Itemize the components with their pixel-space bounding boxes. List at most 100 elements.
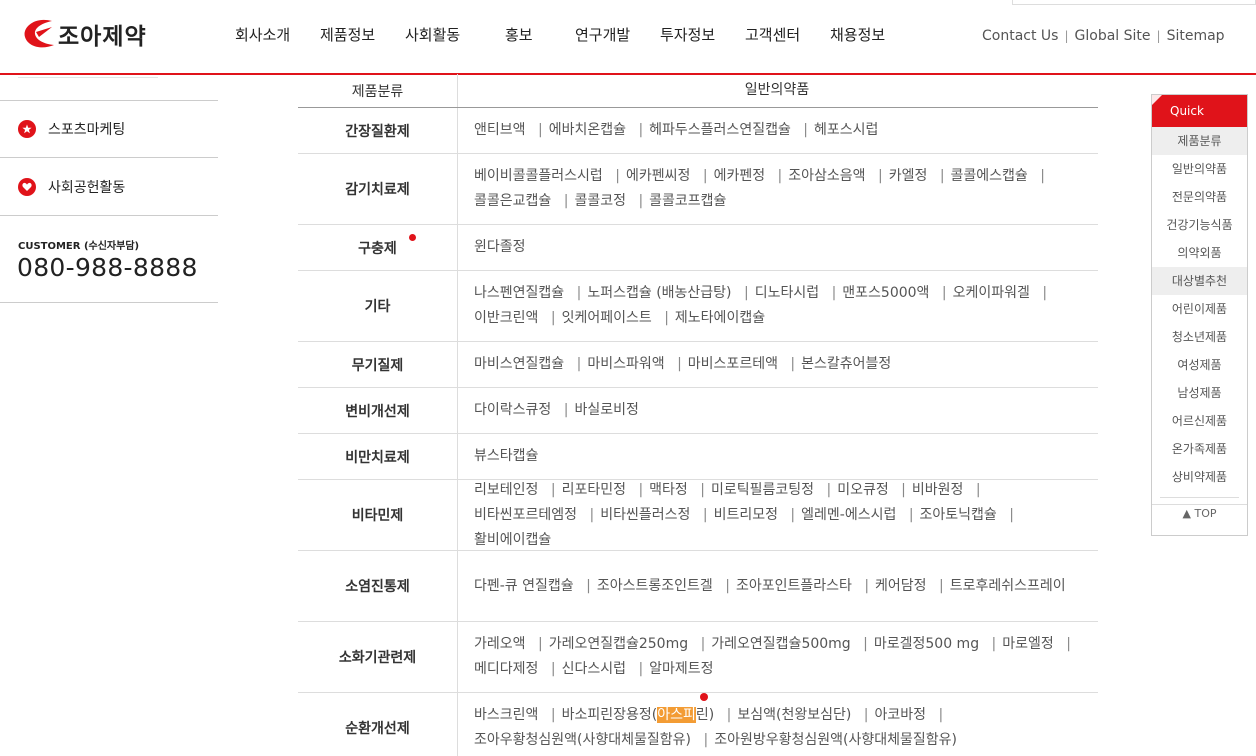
- table-row: 간장질환제 앤티브액 | 에바치온캡슐 | 헤파두스플러스연질캡슐 | 헤포스시럽: [298, 108, 1098, 154]
- product-link[interactable]: 콜콜코프캡슐: [649, 193, 726, 209]
- product-link[interactable]: 조아포인트플라스타: [736, 578, 852, 594]
- gnb-item-social[interactable]: 사회활동: [405, 24, 460, 45]
- product-link[interactable]: 헤포스시럽: [814, 122, 878, 138]
- product-link[interactable]: 케어담정: [875, 578, 927, 594]
- category-label: 기타: [364, 299, 391, 315]
- product-link[interactable]: 잇케어페이스트: [562, 310, 652, 326]
- product-link[interactable]: 제노타에이캡슐: [675, 310, 765, 326]
- quick-section-title[interactable]: 제품분류: [1152, 127, 1247, 155]
- divider: |: [576, 356, 582, 372]
- product-link[interactable]: 마로겔정500 mg: [874, 636, 979, 652]
- product-link[interactable]: 오케이파워겔: [953, 285, 1030, 301]
- product-link[interactable]: 비트리모정: [714, 507, 778, 523]
- quick-menu-item[interactable]: 남성제품: [1152, 379, 1247, 407]
- product-link[interactable]: 조아삼소음액: [788, 168, 865, 184]
- product-link[interactable]: 마비스포르테액: [688, 356, 778, 372]
- product-link[interactable]: 맥타정: [649, 482, 688, 498]
- contact-us-link[interactable]: Contact Us: [982, 28, 1058, 44]
- product-link[interactable]: 헤파두스플러스연질캡슐: [649, 122, 791, 138]
- gnb-item-ir[interactable]: 투자정보: [660, 24, 715, 45]
- divider: |: [677, 356, 682, 372]
- quick-menu-item[interactable]: 청소년제품: [1152, 323, 1247, 351]
- product-link[interactable]: 리포타민정: [562, 482, 626, 498]
- product-link[interactable]: 조아원방우황청심원액(사향대체물질함유): [714, 732, 957, 748]
- divider: |: [863, 707, 869, 723]
- scroll-top-button[interactable]: ▲ TOP: [1152, 504, 1247, 520]
- gnb-item-pr[interactable]: 홍보: [505, 24, 533, 45]
- product-link[interactable]: 비타씬플러스정: [600, 507, 690, 523]
- product-link[interactable]: 조아스트롱조인트겔: [597, 578, 713, 594]
- product-link[interactable]: 가레오액: [474, 636, 526, 652]
- product-link[interactable]: 트로후레쉬스프레이: [950, 578, 1066, 594]
- product-link[interactable]: 신다스시럽: [562, 661, 626, 677]
- quick-menu-item[interactable]: 어르신제품: [1152, 407, 1247, 435]
- product-link[interactable]: 바스크린액: [474, 707, 538, 723]
- customer-phone[interactable]: 080-988-8888: [17, 253, 198, 282]
- product-link[interactable]: 알마제트정: [649, 661, 713, 677]
- sidebar-item-sports-marketing[interactable]: 스포츠마케팅: [0, 100, 218, 158]
- quick-section-title[interactable]: 대상별추천: [1152, 267, 1247, 295]
- product-link[interactable]: 조아우황청심원액(사향대체물질함유): [474, 732, 691, 748]
- gnb-item-careers[interactable]: 채용정보: [830, 24, 885, 45]
- product-link[interactable]: 아코바정: [875, 707, 927, 723]
- product-link[interactable]: 조아토닉캡슐: [920, 507, 997, 523]
- product-link[interactable]: 메디다제정: [474, 661, 538, 677]
- product-link[interactable]: 다펜-큐 연질캡슐: [474, 578, 574, 594]
- product-link[interactable]: 마로엘정: [1002, 636, 1054, 652]
- product-link[interactable]: 맨포스5000액: [842, 285, 929, 301]
- quick-menu-item[interactable]: 의약외품: [1152, 239, 1247, 267]
- quick-menu-item[interactable]: 상비약제품: [1152, 463, 1247, 491]
- product-link[interactable]: 가레오연질캡슐250mg: [549, 636, 688, 652]
- quick-menu-item[interactable]: 여성제품: [1152, 351, 1247, 379]
- gnb-item-products[interactable]: 제품정보: [320, 24, 375, 45]
- divider: |: [702, 168, 708, 184]
- product-link[interactable]: 리보테인정: [474, 482, 538, 498]
- product-link[interactable]: 본스칼츄어블정: [801, 356, 891, 372]
- category-label: 소화기관련제: [338, 650, 417, 666]
- quick-menu-item[interactable]: 전문의약품: [1152, 183, 1247, 211]
- quick-menu-item[interactable]: 건강기능식품: [1152, 211, 1247, 239]
- product-link[interactable]: 콜콜코정: [574, 193, 626, 209]
- quick-menu-item[interactable]: 어린이제품: [1152, 295, 1247, 323]
- sidebar-item-social-contribution[interactable]: 사회공헌활동: [0, 158, 218, 216]
- product-list: 앤티브액 | 에바치온캡슐 | 헤파두스플러스연질캡슐 | 헤포스시럽: [474, 118, 1080, 143]
- product-link[interactable]: 다이락스큐정: [474, 402, 551, 418]
- product-link[interactable]: 뷰스타캡슐: [474, 448, 538, 464]
- product-link[interactable]: 바소피린장용정(아스피 린): [562, 693, 714, 723]
- gnb-item-company[interactable]: 회사소개: [235, 24, 290, 45]
- category-cell: 무기질제: [298, 342, 458, 387]
- product-link[interactable]: 마비스연질캡슐: [474, 356, 564, 372]
- product-link[interactable]: 비타씬포르테엠정: [474, 507, 577, 523]
- product-link[interactable]: 콜콜에스캡슐: [951, 168, 1028, 184]
- brand-logo[interactable]: 조아제약: [22, 17, 147, 51]
- quick-menu-item[interactable]: 온가족제품: [1152, 435, 1247, 463]
- divider: |: [725, 577, 730, 594]
- product-link[interactable]: 앤티브액: [474, 122, 526, 138]
- product-link[interactable]: 보심액(천왕보심단): [737, 707, 851, 723]
- global-site-link[interactable]: Global Site: [1075, 28, 1151, 44]
- product-link[interactable]: 콜콜은교캡슐: [474, 193, 551, 209]
- product-link[interactable]: 활비에이캡슐: [474, 532, 551, 548]
- product-link[interactable]: 엘레멘-에스시럽: [801, 507, 896, 523]
- product-link[interactable]: 에카펜씨정: [626, 168, 690, 184]
- product-link[interactable]: 바실로비정: [574, 402, 638, 418]
- sitemap-link[interactable]: Sitemap: [1167, 28, 1225, 44]
- product-link[interactable]: 에카펜정: [714, 168, 766, 184]
- product-link[interactable]: 이반크린액: [474, 310, 538, 326]
- product-link[interactable]: 노퍼스캡슐 (배농산급탕): [587, 285, 731, 301]
- gnb-item-rnd[interactable]: 연구개발: [575, 24, 630, 45]
- product-link[interactable]: 마비스파워액: [587, 356, 664, 372]
- gnb-item-support[interactable]: 고객센터: [745, 24, 800, 45]
- product-link[interactable]: 윈다졸정: [474, 239, 526, 255]
- product-link[interactable]: 가레오연질캡슐500mg: [711, 636, 850, 652]
- product-link[interactable]: 미오큐정: [837, 482, 889, 498]
- divider: |: [700, 481, 705, 498]
- quick-menu-item[interactable]: 일반의약품: [1152, 155, 1247, 183]
- product-link[interactable]: 디노타시럽: [755, 285, 819, 301]
- product-link[interactable]: 베이비콜콜플러스시럽: [474, 168, 603, 184]
- product-link[interactable]: 나스펜연질캡슐: [474, 285, 564, 301]
- product-link[interactable]: 카엘정: [889, 168, 928, 184]
- product-link[interactable]: 에바치온캡슐: [549, 122, 626, 138]
- product-link[interactable]: 비바원정: [912, 482, 964, 498]
- product-link[interactable]: 미로틱필름코팅정: [711, 482, 814, 498]
